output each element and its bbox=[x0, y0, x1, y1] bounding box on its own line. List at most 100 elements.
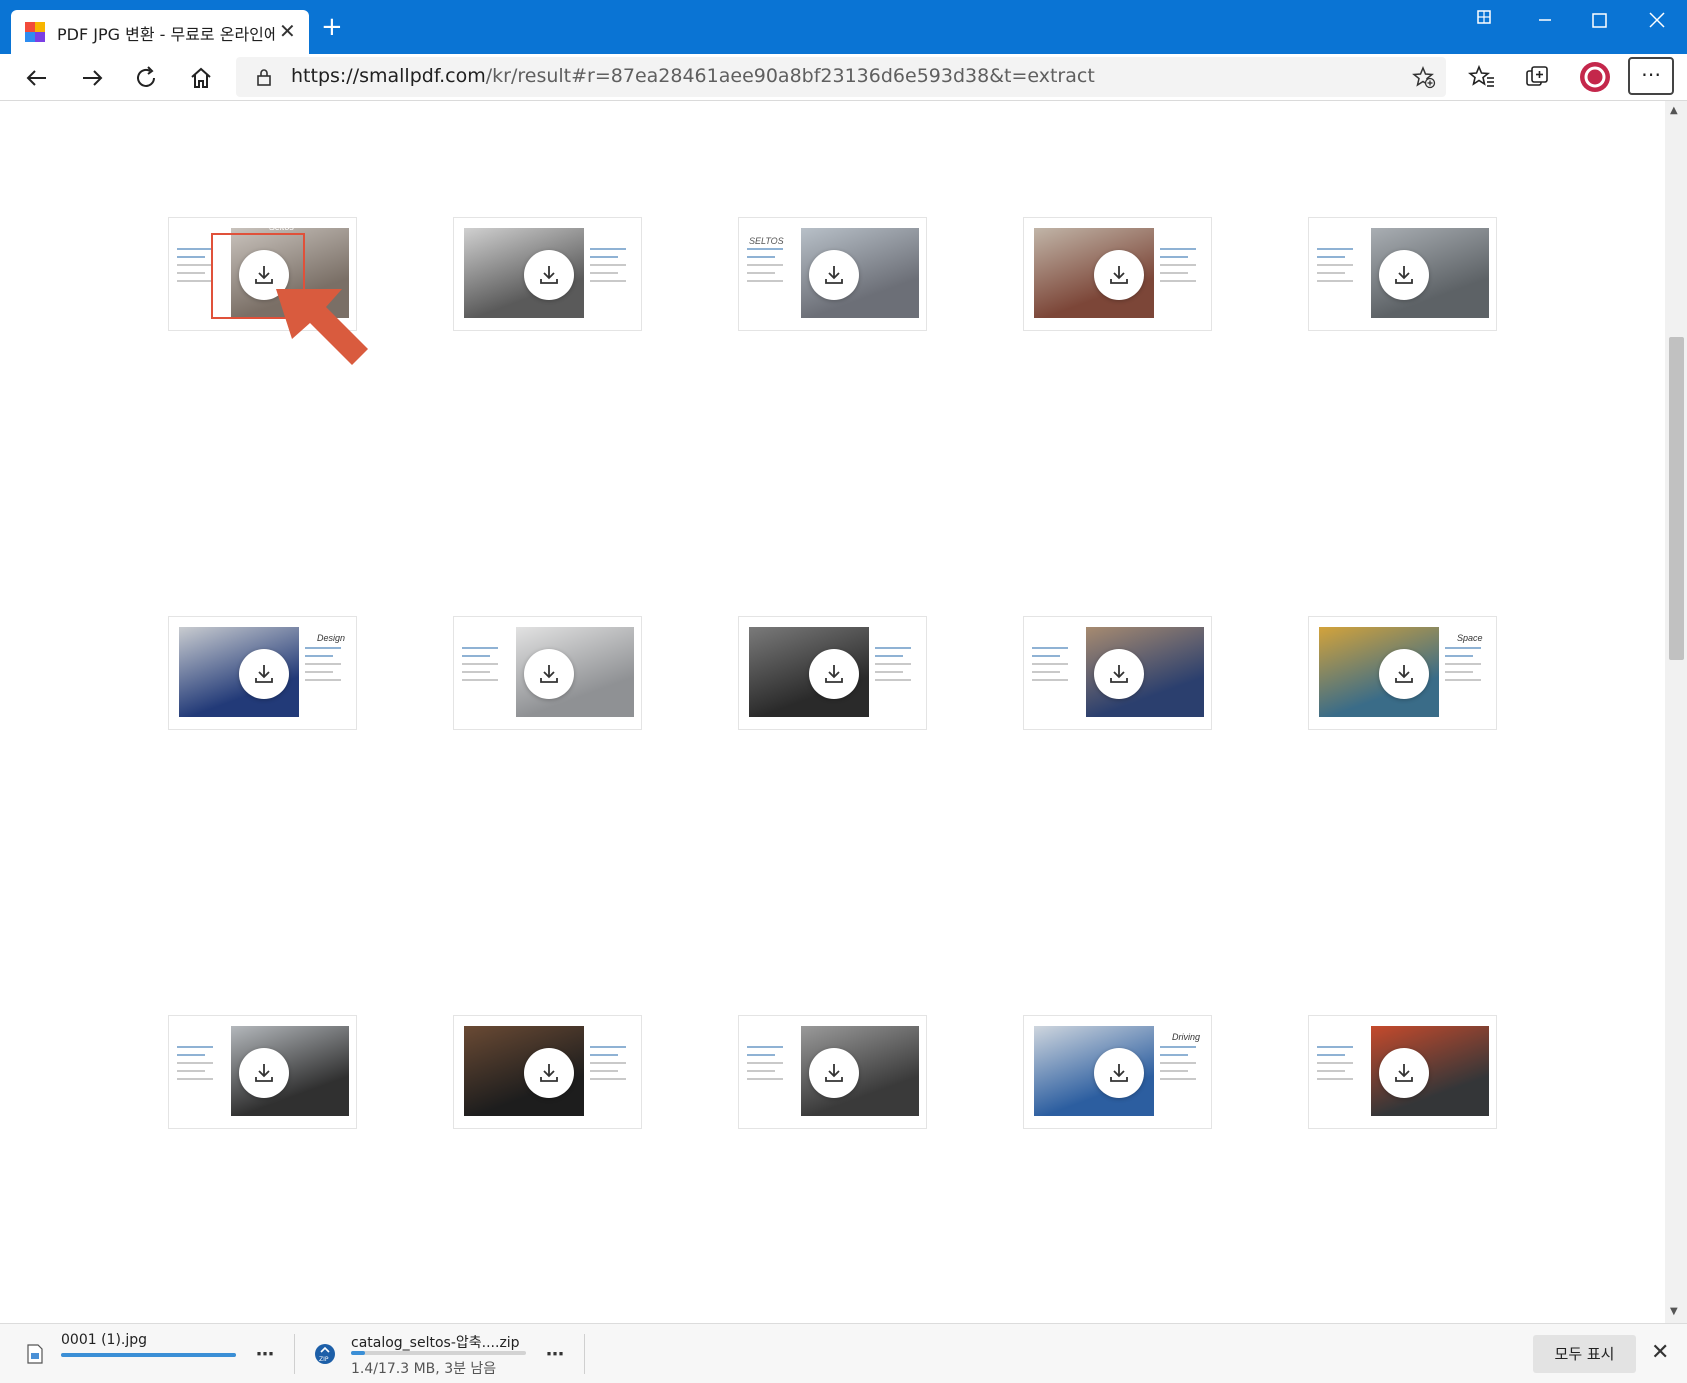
page-thumbnail[interactable]: SELTOS bbox=[738, 217, 927, 331]
lock-icon[interactable] bbox=[254, 67, 274, 87]
home-icon[interactable] bbox=[186, 63, 216, 93]
text-line bbox=[747, 248, 783, 250]
maximize-icon[interactable] bbox=[1587, 8, 1611, 32]
download-page-button[interactable] bbox=[1094, 649, 1144, 699]
page-thumbnail[interactable] bbox=[738, 1015, 927, 1129]
download-page-button[interactable] bbox=[1379, 250, 1429, 300]
text-line bbox=[747, 264, 783, 266]
text-line bbox=[1160, 280, 1196, 282]
address-bar[interactable]: https://smallpdf.com/kr/result#r=87ea284… bbox=[236, 57, 1446, 97]
text-line bbox=[590, 280, 626, 282]
text-line bbox=[177, 264, 213, 266]
text-line bbox=[462, 679, 498, 681]
download-page-button[interactable] bbox=[1379, 649, 1429, 699]
page-label: Design bbox=[317, 633, 346, 643]
download-icon bbox=[1395, 1064, 1413, 1082]
download-status: 1.4/17.3 MB, 3분 남음 bbox=[351, 1361, 497, 1377]
forward-icon[interactable] bbox=[77, 63, 107, 93]
show-all-downloads-button[interactable]: 모두 표시 bbox=[1533, 1335, 1636, 1373]
navigation-bar: https://smallpdf.com/kr/result#r=87ea284… bbox=[0, 54, 1687, 101]
text-line bbox=[747, 1062, 783, 1064]
download-icon bbox=[825, 665, 843, 683]
page-thumbnail[interactable] bbox=[1308, 217, 1497, 331]
favorites-icon[interactable] bbox=[1468, 63, 1496, 91]
settings-more-button[interactable]: ⋯ bbox=[1628, 57, 1674, 95]
text-line bbox=[177, 1078, 213, 1080]
download-more-button[interactable]: ⋯ bbox=[546, 1344, 564, 1365]
text-line bbox=[875, 647, 911, 649]
download-icon bbox=[1395, 665, 1413, 683]
text-line bbox=[1160, 1062, 1196, 1064]
text-line bbox=[1317, 272, 1345, 274]
download-page-button[interactable] bbox=[809, 250, 859, 300]
text-line bbox=[747, 256, 775, 258]
page-thumbnail[interactable]: Driving bbox=[1023, 1015, 1212, 1129]
page-thumbnail[interactable]: Design bbox=[168, 616, 357, 730]
text-line bbox=[1317, 264, 1353, 266]
text-line bbox=[1445, 647, 1481, 649]
download-page-button[interactable] bbox=[1094, 1048, 1144, 1098]
refresh-icon[interactable] bbox=[131, 63, 161, 93]
download-item-name[interactable]: 0001 (1).jpg bbox=[61, 1332, 147, 1348]
close-window-icon[interactable] bbox=[1645, 8, 1669, 32]
profile-avatar-icon[interactable] bbox=[1579, 61, 1611, 93]
text-line bbox=[590, 272, 618, 274]
scrollbar-thumb[interactable] bbox=[1669, 337, 1684, 660]
text-line bbox=[305, 671, 333, 673]
text-line bbox=[1160, 272, 1188, 274]
download-page-button[interactable] bbox=[239, 649, 289, 699]
text-line bbox=[875, 671, 903, 673]
text-line bbox=[590, 1062, 626, 1064]
download-page-button[interactable] bbox=[1379, 1048, 1429, 1098]
download-icon bbox=[825, 266, 843, 284]
page-thumbnail[interactable] bbox=[1308, 1015, 1497, 1129]
text-line bbox=[590, 1070, 618, 1072]
tab-close-icon[interactable]: ✕ bbox=[279, 19, 296, 43]
download-page-button[interactable] bbox=[809, 1048, 859, 1098]
download-icon bbox=[1110, 266, 1128, 284]
download-item-name[interactable]: catalog_seltos-압축....zip bbox=[351, 1332, 520, 1352]
new-tab-button[interactable]: + bbox=[321, 14, 343, 40]
page-thumbnail[interactable] bbox=[1023, 217, 1212, 331]
download-page-button[interactable] bbox=[239, 1048, 289, 1098]
minimize-icon[interactable] bbox=[1533, 10, 1557, 30]
page-thumbnail[interactable] bbox=[453, 1015, 642, 1129]
back-icon[interactable] bbox=[22, 63, 52, 93]
download-page-button[interactable] bbox=[809, 649, 859, 699]
text-line bbox=[305, 647, 341, 649]
text-line bbox=[1160, 256, 1188, 258]
page-thumbnail[interactable] bbox=[453, 217, 642, 331]
page-thumbnail[interactable] bbox=[168, 1015, 357, 1129]
download-page-button[interactable] bbox=[1094, 250, 1144, 300]
url-host: https://smallpdf.com bbox=[291, 65, 486, 87]
vertical-scrollbar[interactable]: ▲ ▼ bbox=[1665, 101, 1687, 1323]
page-thumbnail[interactable] bbox=[1023, 616, 1212, 730]
download-icon bbox=[825, 1064, 843, 1082]
text-line bbox=[1160, 264, 1196, 266]
workspaces-icon[interactable] bbox=[1475, 8, 1493, 26]
download-page-button[interactable] bbox=[524, 1048, 574, 1098]
text-line bbox=[462, 663, 498, 665]
download-more-button[interactable]: ⋯ bbox=[256, 1344, 274, 1365]
text-line bbox=[177, 1046, 213, 1048]
page-label: Driving bbox=[1172, 1032, 1201, 1042]
separator bbox=[294, 1334, 295, 1374]
text-line bbox=[462, 671, 490, 673]
text-line bbox=[875, 679, 911, 681]
browser-tab[interactable]: PDF JPG 변환 - 무료로 온라인에 ✕ bbox=[11, 10, 309, 54]
download-progress-fill bbox=[61, 1353, 236, 1357]
download-page-button[interactable] bbox=[524, 250, 574, 300]
download-page-button[interactable] bbox=[524, 649, 574, 699]
collections-icon[interactable] bbox=[1523, 63, 1551, 91]
text-line bbox=[1032, 671, 1060, 673]
page-thumbnail[interactable]: Space bbox=[1308, 616, 1497, 730]
scroll-up-icon[interactable]: ▲ bbox=[1670, 105, 1678, 116]
download-bar-close-icon[interactable]: ✕ bbox=[1651, 1340, 1669, 1365]
separator bbox=[584, 1334, 585, 1374]
page-thumbnail[interactable] bbox=[738, 616, 927, 730]
text-line bbox=[1032, 679, 1068, 681]
scroll-down-icon[interactable]: ▼ bbox=[1670, 1306, 1678, 1317]
add-favorite-icon[interactable] bbox=[1412, 65, 1436, 89]
page-label: Seltos bbox=[269, 222, 295, 232]
page-thumbnail[interactable] bbox=[453, 616, 642, 730]
